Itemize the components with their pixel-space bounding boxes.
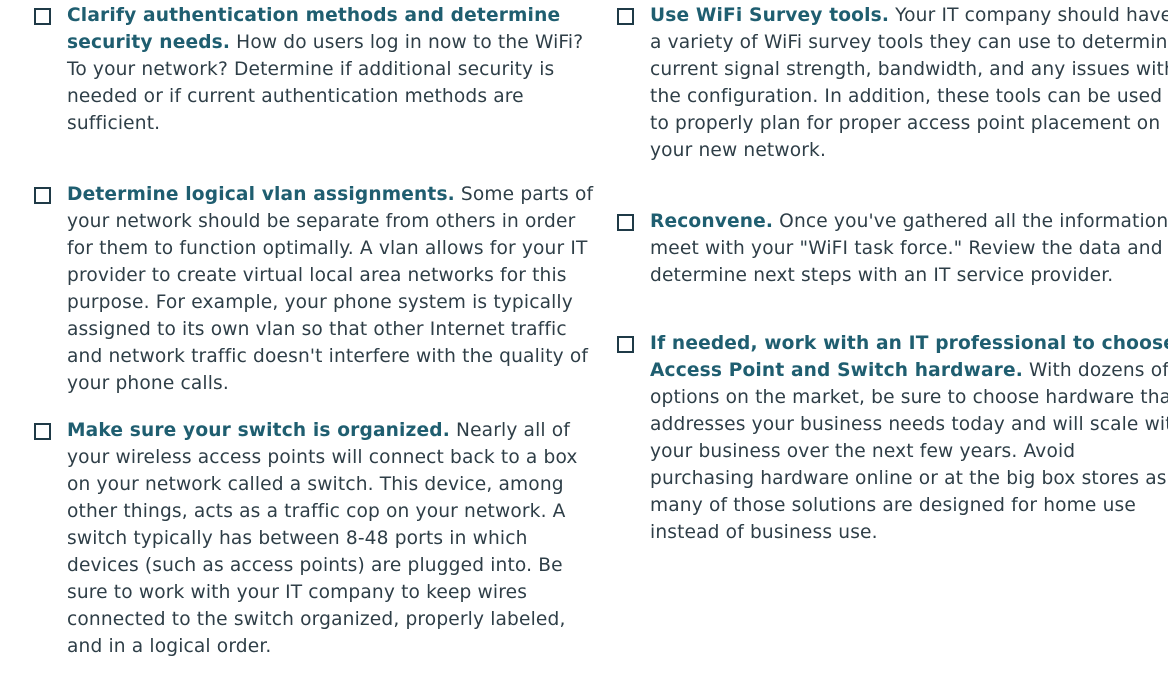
checkbox-icon[interactable] [617, 336, 634, 353]
checklist-item-body: With dozens of options on the market, be… [650, 360, 1168, 543]
checklist-item-text: If needed, work with an IT professional … [650, 330, 1168, 546]
checklist-item-title: Make sure your switch is organized. [67, 420, 450, 441]
checkbox-icon[interactable] [34, 423, 51, 440]
checklist-item-text: Determine logical vlan assignments. Some… [67, 181, 597, 397]
checklist-item-body: Your IT company should have a variety of… [650, 5, 1168, 161]
checklist-item-reconvene: Reconvene. Once you've gathered all the … [617, 208, 1168, 289]
checklist-item-text: Clarify authentication methods and deter… [67, 2, 597, 137]
checklist-item-body: Nearly all of your wireless access point… [67, 420, 578, 657]
checklist-item-title: Reconvene. [650, 211, 774, 232]
checkbox-icon[interactable] [34, 8, 51, 25]
checkbox-icon[interactable] [617, 214, 634, 231]
checklist-item-text: Use WiFi Survey tools. Your IT company s… [650, 2, 1168, 164]
checklist-item-survey: Use WiFi Survey tools. Your IT company s… [617, 2, 1168, 164]
checklist-item-switch: Make sure your switch is organized. Near… [34, 417, 597, 660]
checklist-item-authentication: Clarify authentication methods and deter… [34, 2, 597, 137]
checklist-item-vlan: Determine logical vlan assignments. Some… [34, 181, 597, 397]
checklist-item-title: Use WiFi Survey tools. [650, 5, 890, 26]
checklist-item-text: Reconvene. Once you've gathered all the … [650, 208, 1168, 289]
checkbox-icon[interactable] [34, 187, 51, 204]
checklist-page: Clarify authentication methods and deter… [0, 0, 1168, 694]
checkbox-icon[interactable] [617, 8, 634, 25]
checklist-item-title: Determine logical vlan assignments. [67, 184, 455, 205]
checklist-item-text: Make sure your switch is organized. Near… [67, 417, 597, 660]
checklist-item-body: Some parts of your network should be sep… [67, 184, 594, 394]
checklist-item-hardware: If needed, work with an IT professional … [617, 330, 1168, 546]
